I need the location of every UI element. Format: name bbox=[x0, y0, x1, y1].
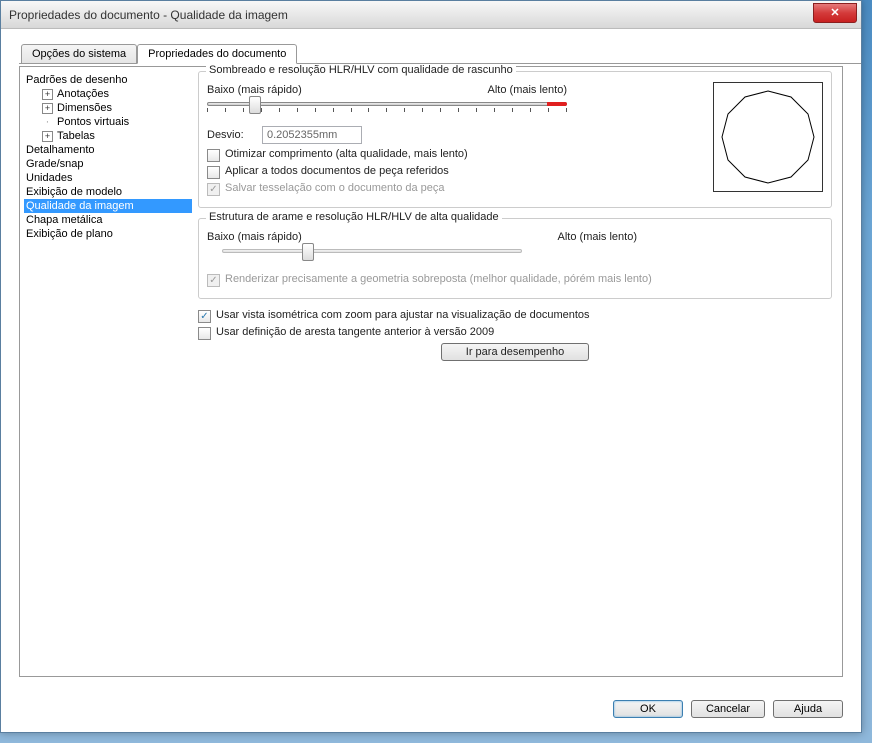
panel-body: Padrões de desenho + Anotações + Dimensõ… bbox=[19, 66, 843, 677]
optimize-length-checkbox[interactable] bbox=[207, 149, 220, 162]
tree-dimensions[interactable]: + Dimensões bbox=[40, 101, 192, 115]
render-precise-label: Renderizar precisamente a geometria sobr… bbox=[225, 273, 652, 285]
tessellation-preview bbox=[713, 82, 823, 192]
cancel-button[interactable]: Cancelar bbox=[691, 700, 765, 718]
title-bar: Propriedades do documento - Qualidade da… bbox=[1, 1, 861, 29]
tree-drawing-standards[interactable]: Padrões de desenho bbox=[24, 73, 192, 87]
close-button[interactable]: ✕ bbox=[813, 3, 857, 23]
tree-sheet-metal[interactable]: Chapa metálica bbox=[24, 213, 192, 227]
save-tessellation-checkbox: ✓ bbox=[207, 183, 220, 196]
group-shaded-draft-quality: Sombreado e resolução HLR/HLV com qualid… bbox=[198, 71, 832, 208]
window-title: Propriedades do documento - Qualidade da… bbox=[9, 8, 813, 22]
slider-low-label: Baixo (mais rápido) bbox=[207, 84, 302, 96]
group-title: Sombreado e resolução HLR/HLV com qualid… bbox=[206, 64, 516, 76]
save-tessellation-label: Salvar tesselação com o documento da peç… bbox=[225, 182, 445, 194]
slider-low-label: Baixo (mais rápido) bbox=[207, 231, 302, 243]
deviation-input[interactable] bbox=[262, 126, 362, 144]
apply-all-parts-label: Aplicar a todos documentos de peça refer… bbox=[225, 165, 449, 177]
tree-plane-display[interactable]: Exibição de plano bbox=[24, 227, 192, 241]
tree-detailing[interactable]: Detalhamento bbox=[24, 143, 192, 157]
wireframe-quality-slider[interactable] bbox=[222, 245, 522, 265]
go-to-performance-button[interactable]: Ir para desempenho bbox=[441, 343, 589, 361]
help-button[interactable]: Ajuda bbox=[773, 700, 843, 718]
shaded-quality-slider[interactable] bbox=[207, 98, 567, 118]
ok-button[interactable]: OK bbox=[613, 700, 683, 718]
use-isometric-zoom-label: Usar vista isométrica com zoom para ajus… bbox=[216, 309, 590, 321]
tree-annotations[interactable]: + Anotações bbox=[40, 87, 192, 101]
tree-leaf-icon: · bbox=[42, 116, 53, 128]
tab-document-properties[interactable]: Propriedades do documento bbox=[137, 44, 297, 64]
options-tree: Padrões de desenho + Anotações + Dimensõ… bbox=[24, 71, 192, 672]
slider-thumb[interactable] bbox=[302, 243, 314, 261]
group-title: Estrutura de arame e resolução HLR/HLV d… bbox=[206, 211, 502, 223]
tab-system-options[interactable]: Opções do sistema bbox=[21, 44, 137, 63]
slider-high-label: Alto (mais lento) bbox=[558, 231, 637, 243]
apply-all-parts-checkbox[interactable] bbox=[207, 166, 220, 179]
dialog-window: Propriedades do documento - Qualidade da… bbox=[0, 0, 862, 733]
tree-grid-snap[interactable]: Grade/snap bbox=[24, 157, 192, 171]
tree-tables[interactable]: + Tabelas bbox=[40, 129, 192, 143]
use-tangent-edge-checkbox[interactable] bbox=[198, 327, 211, 340]
deviation-row: Desvio: bbox=[207, 126, 707, 144]
use-isometric-zoom-checkbox[interactable]: ✓ bbox=[198, 310, 211, 323]
optimize-length-label: Otimizar comprimento (alta qualidade, ma… bbox=[225, 148, 468, 160]
preview-circle-icon bbox=[718, 87, 818, 187]
expand-icon[interactable]: + bbox=[42, 89, 53, 100]
use-tangent-edge-label: Usar definição de aresta tangente anteri… bbox=[216, 326, 494, 338]
close-icon: ✕ bbox=[830, 6, 839, 19]
expand-icon[interactable]: + bbox=[42, 131, 53, 142]
expand-icon[interactable]: + bbox=[42, 103, 53, 114]
dialog-footer: OK Cancelar Ajuda bbox=[613, 700, 843, 718]
tree-virtual-points[interactable]: · Pontos virtuais bbox=[40, 115, 192, 129]
render-precise-checkbox: ✓ bbox=[207, 274, 220, 287]
tree-image-quality[interactable]: Qualidade da imagem bbox=[24, 199, 192, 213]
settings-content: Sombreado e resolução HLR/HLV com qualid… bbox=[192, 71, 838, 672]
deviation-label: Desvio: bbox=[207, 129, 262, 141]
tab-strip: Opções do sistema Propriedades do docume… bbox=[19, 44, 861, 64]
tree-units[interactable]: Unidades bbox=[24, 171, 192, 185]
slider-thumb[interactable] bbox=[249, 96, 261, 114]
tree-model-display[interactable]: Exibição de modelo bbox=[24, 185, 192, 199]
group-wireframe-high-quality: Estrutura de arame e resolução HLR/HLV d… bbox=[198, 218, 832, 299]
slider-high-label: Alto (mais lento) bbox=[488, 84, 567, 96]
